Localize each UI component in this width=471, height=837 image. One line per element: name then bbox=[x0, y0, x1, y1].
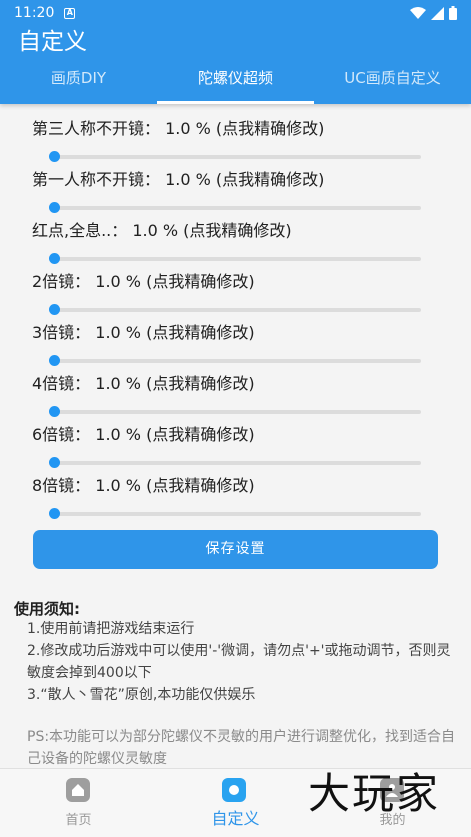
sensitivity-slider-row: 红点,全息..： 1.0 % (点我精确修改) bbox=[32, 206, 432, 264]
notification-a-icon: A bbox=[64, 7, 76, 19]
slider-label[interactable]: 红点,全息..： 1.0 % (点我精确修改) bbox=[32, 220, 292, 242]
home-icon bbox=[66, 778, 90, 802]
usage-note-item: 1.使用前请把游戏结束运行 bbox=[27, 621, 195, 637]
wifi-icon bbox=[410, 6, 426, 19]
slider-label[interactable]: 4倍镜： 1.0 % (点我精确修改) bbox=[32, 373, 255, 395]
status-icons bbox=[410, 6, 457, 20]
usage-notes-title: 使用须知: bbox=[14, 600, 80, 618]
status-time: 11:20 bbox=[14, 5, 55, 21]
sensitivity-slider-row: 2倍镜： 1.0 % (点我精确修改) bbox=[32, 257, 432, 315]
slider-thumb[interactable] bbox=[48, 508, 60, 519]
gyro-settings-panel: 第三人称不开镜： 1.0 % (点我精确修改) 第一人称不开镜： 1.0 % (点… bbox=[0, 104, 471, 768]
nav-label-custom: 自定义 bbox=[211, 809, 260, 828]
ps-note: PS:本功能可以为部分陀螺仪不灵敏的用户进行调整优化，找到适合自己设备的陀螺仪灵… bbox=[27, 729, 456, 767]
page-title: 自定义 bbox=[18, 29, 87, 55]
sensitivity-slider-row: 4倍镜： 1.0 % (点我精确修改) bbox=[32, 359, 432, 417]
slider-track[interactable] bbox=[48, 508, 421, 519]
watermark-logo: 大玩家 bbox=[308, 769, 441, 818]
custom-icon bbox=[222, 778, 246, 802]
usage-note-item: 3.“散人丶雪花”原创,本功能仅供娱乐 bbox=[27, 687, 256, 703]
sensitivity-slider-row: 第三人称不开镜： 1.0 % (点我精确修改) bbox=[32, 104, 432, 162]
sensitivity-slider-row: 8倍镜： 1.0 % (点我精确修改) bbox=[32, 461, 432, 519]
nav-item-home[interactable]: 首页 bbox=[0, 769, 157, 837]
nav-label-home: 首页 bbox=[65, 813, 92, 828]
tab-bar: 画质DIY 陀螺仪超频 UC画质自定义 bbox=[0, 60, 471, 104]
slider-label[interactable]: 8倍镜： 1.0 % (点我精确修改) bbox=[32, 475, 255, 497]
battery-icon bbox=[449, 6, 457, 20]
slider-label[interactable]: 2倍镜： 1.0 % (点我精确修改) bbox=[32, 271, 255, 293]
sensitivity-slider-row: 3倍镜： 1.0 % (点我精确修改) bbox=[32, 308, 432, 366]
nav-item-custom[interactable]: 自定义 bbox=[157, 769, 314, 837]
slider-label[interactable]: 第三人称不开镜： 1.0 % (点我精确修改) bbox=[32, 118, 324, 140]
save-settings-button[interactable]: 保存设置 bbox=[33, 530, 438, 569]
signal-icon bbox=[431, 6, 444, 20]
status-bar: 11:20 A bbox=[0, 0, 471, 26]
slider-label[interactable]: 第一人称不开镜： 1.0 % (点我精确修改) bbox=[32, 169, 324, 191]
tab-gyro-overclock[interactable]: 陀螺仪超频 bbox=[157, 60, 314, 104]
app-bar: 11:20 A 自定义 画质DIY 陀螺仪超频 UC画质自定义 bbox=[0, 0, 471, 104]
tab-uc-quality-custom[interactable]: UC画质自定义 bbox=[314, 60, 471, 104]
tab-image-quality-diy[interactable]: 画质DIY bbox=[0, 60, 157, 104]
slider-label[interactable]: 6倍镜： 1.0 % (点我精确修改) bbox=[32, 424, 255, 446]
sensitivity-slider-row: 第一人称不开镜： 1.0 % (点我精确修改) bbox=[32, 155, 432, 213]
slider-label[interactable]: 3倍镜： 1.0 % (点我精确修改) bbox=[32, 322, 255, 344]
sensitivity-slider-row: 6倍镜： 1.0 % (点我精确修改) bbox=[32, 410, 432, 468]
usage-note-item: 2.修改成功后游戏中可以使用'-'微调，请勿点'+'或拖动调节，否则灵敏度会掉到… bbox=[27, 643, 451, 681]
